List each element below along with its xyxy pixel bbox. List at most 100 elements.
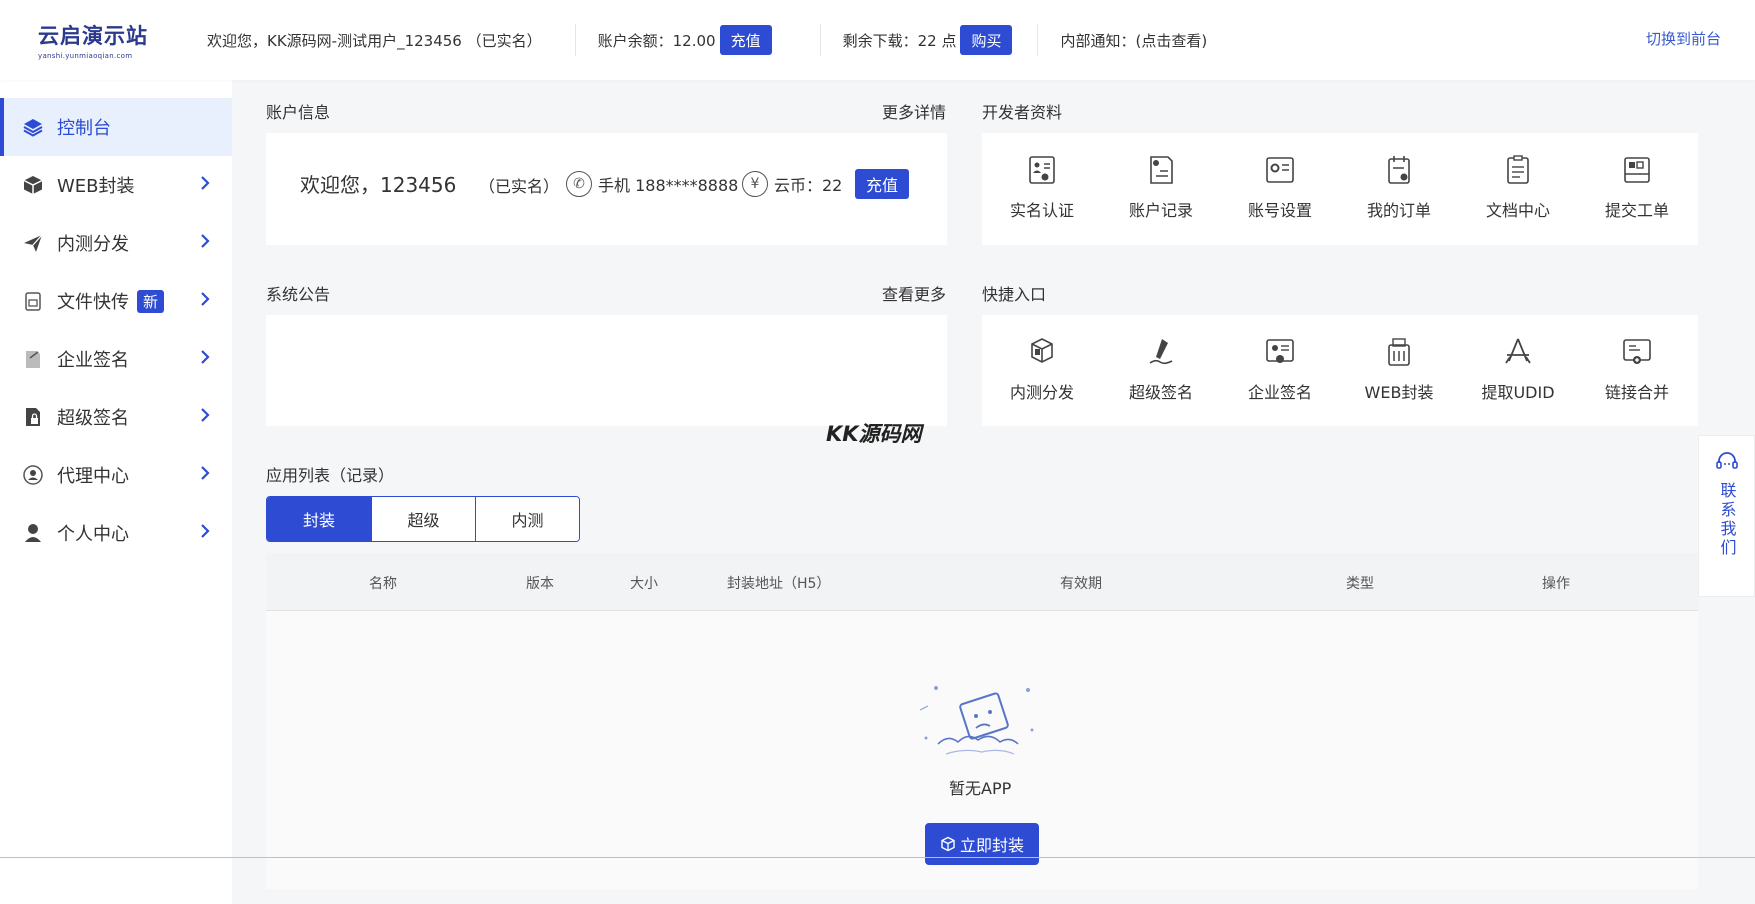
welcome-text: 欢迎您，KK源码网-测试用户_123456 （已实名） xyxy=(207,31,542,50)
grid-label: 我的订单 xyxy=(1366,201,1431,220)
account-records-button[interactable]: 账户记录 xyxy=(1101,153,1221,221)
buy-button[interactable]: 购买 xyxy=(960,25,1013,55)
account-settings-button[interactable]: 账号设置 xyxy=(1220,153,1340,221)
tab-wrap[interactable]: 封装 xyxy=(267,497,371,541)
view-more-link[interactable]: 查看更多 xyxy=(882,281,946,305)
developer-title: 开发者资料 xyxy=(982,103,1063,122)
agent-icon xyxy=(21,463,45,487)
quick-super-sign-button[interactable]: 超级签名 xyxy=(1101,335,1221,403)
sidebar-item-label: 企业签名 xyxy=(57,350,129,371)
balance-group: 账户余额：12.00 充值 xyxy=(598,25,772,55)
submit-ticket-button[interactable]: 提交工单 xyxy=(1577,153,1697,221)
chevron-right-icon xyxy=(200,291,210,312)
phone-number: 手机 188****8888 xyxy=(598,176,739,195)
account-info-card: 欢迎您，123456 （已实名） ✆ 手机 188****8888 ¥ 云币：2… xyxy=(266,133,947,245)
grid-label: 提交工单 xyxy=(1604,201,1669,220)
grid-label: 文档中心 xyxy=(1485,201,1550,220)
chevron-right-icon xyxy=(200,349,210,370)
quick-web-wrap-button[interactable]: WEB封装 xyxy=(1339,335,1459,403)
docs-center-button[interactable]: 文档中心 xyxy=(1458,153,1578,221)
pen-sign-icon xyxy=(1149,339,1173,365)
sidebar-item-dashboard[interactable]: 控制台 xyxy=(0,98,232,156)
app-list-title: 应用列表（记录） xyxy=(266,466,395,485)
sidebar-item-label: 控制台 xyxy=(57,118,111,139)
my-orders-button[interactable]: 我的订单 xyxy=(1339,153,1459,221)
quick-extract-udid-button[interactable]: 提取UDID xyxy=(1458,335,1578,403)
downloads-group: 剩余下载：22 点 购买 xyxy=(843,25,1013,55)
sidebar-item-personal-center[interactable]: 个人中心 xyxy=(0,504,232,562)
divider xyxy=(1037,24,1039,56)
chevron-right-icon xyxy=(200,523,210,544)
contact-us-label: 联系我们 xyxy=(1717,482,1737,558)
sidebar-item-beta-distribution[interactable]: 内测分发 xyxy=(0,214,232,272)
sidebar: 控制台 WEB封装 内测分发 文件快传 新 企业签名 超级签名 代理中心 个人中… xyxy=(0,80,232,904)
sidebar-item-enterprise-sign[interactable]: 企业签名 xyxy=(0,330,232,388)
coin-info: ¥ 云币：22 xyxy=(742,171,842,197)
more-details-link[interactable]: 更多详情 xyxy=(882,99,946,123)
records-icon xyxy=(1150,156,1173,184)
sidebar-item-label: 内测分发 xyxy=(57,234,129,255)
sidebar-item-web-wrap[interactable]: WEB封装 xyxy=(0,156,232,214)
divider xyxy=(574,24,576,56)
sidebar-item-agent-center[interactable]: 代理中心 xyxy=(0,446,232,504)
box-icon xyxy=(21,173,45,197)
link-merge-icon xyxy=(1623,339,1651,364)
wrap-now-label: 立即封装 xyxy=(959,836,1024,855)
paper-plane-icon xyxy=(21,231,45,255)
grid-label: WEB封装 xyxy=(1364,383,1434,402)
column-header-type: 类型 xyxy=(1346,576,1374,592)
account-info-title: 账户信息 xyxy=(266,103,331,122)
headset-icon xyxy=(1715,450,1739,476)
announcement-title: 系统公告 xyxy=(266,285,331,304)
switch-frontend-link[interactable]: 切换到前台 xyxy=(1646,28,1721,49)
quick-link-merge-button[interactable]: 链接合并 xyxy=(1577,335,1697,403)
file-icon xyxy=(21,289,45,313)
column-header-validity: 有效期 xyxy=(1060,576,1102,592)
balance-text: 账户余额：12.00 xyxy=(597,31,716,50)
id-card-icon xyxy=(1029,156,1055,184)
verified-label: （已实名） xyxy=(479,177,560,196)
column-header-url: 封装地址（H5） xyxy=(727,576,831,592)
grid-label: 链接合并 xyxy=(1604,383,1669,402)
quick-enterprise-sign-button[interactable]: 企业签名 xyxy=(1220,335,1340,403)
grid-label: 内测分发 xyxy=(1009,383,1074,402)
user-icon xyxy=(21,521,45,545)
real-name-auth-button[interactable]: 实名认证 xyxy=(982,153,1102,221)
recharge-button[interactable]: 充值 xyxy=(719,25,772,55)
top-header: 云启演示站 yanshi.yunmiaoqian.com 欢迎您，KK源码网-测… xyxy=(0,0,1755,80)
contact-us-button[interactable]: 联系我们 xyxy=(1698,435,1755,597)
wrap-now-button[interactable]: 立即封装 xyxy=(925,823,1039,865)
sidebar-item-super-sign[interactable]: 超级签名 xyxy=(0,388,232,446)
grid-label: 账号设置 xyxy=(1247,201,1312,220)
sidebar-item-label: WEB封装 xyxy=(57,176,135,197)
column-header-actions: 操作 xyxy=(1542,576,1570,592)
phone-icon: ✆ xyxy=(566,171,592,197)
tab-beta[interactable]: 内测 xyxy=(475,497,579,541)
sidebar-item-file-transfer[interactable]: 文件快传 新 xyxy=(0,272,232,330)
sidebar-item-label: 文件快传 xyxy=(57,292,129,313)
new-badge: 新 xyxy=(137,289,165,313)
yen-icon: ¥ xyxy=(742,171,768,197)
chevron-right-icon xyxy=(200,233,210,254)
layers-icon xyxy=(21,115,45,139)
logo-domain: yanshi.yunmiaoqian.com xyxy=(38,52,133,60)
announcement-card xyxy=(266,315,947,426)
quick-beta-distribution-button[interactable]: 内测分发 xyxy=(982,335,1102,403)
sidebar-item-label: 代理中心 xyxy=(57,466,129,487)
grid-label: 企业签名 xyxy=(1247,383,1312,402)
downloads-text: 剩余下载：22 点 xyxy=(842,31,957,50)
internal-notice-link[interactable]: 内部通知：(点击查看) xyxy=(1060,30,1207,51)
quick-entry-title: 快捷入口 xyxy=(982,285,1047,304)
sidebar-item-label: 个人中心 xyxy=(57,524,129,545)
grid-label: 超级签名 xyxy=(1128,383,1193,402)
grid-label: 实名认证 xyxy=(1009,201,1074,220)
logo[interactable]: 云启演示站 yanshi.yunmiaoqian.com xyxy=(0,20,205,60)
empty-box-illustration xyxy=(916,678,1046,772)
column-header-size: 大小 xyxy=(630,576,658,592)
horizontal-rule xyxy=(0,857,1755,858)
certificate-icon xyxy=(1266,339,1294,363)
column-header-name: 名称 xyxy=(369,576,397,592)
tab-super[interactable]: 超级 xyxy=(371,497,475,541)
document-icon xyxy=(1507,155,1529,184)
account-recharge-button[interactable]: 充值 xyxy=(855,169,910,199)
